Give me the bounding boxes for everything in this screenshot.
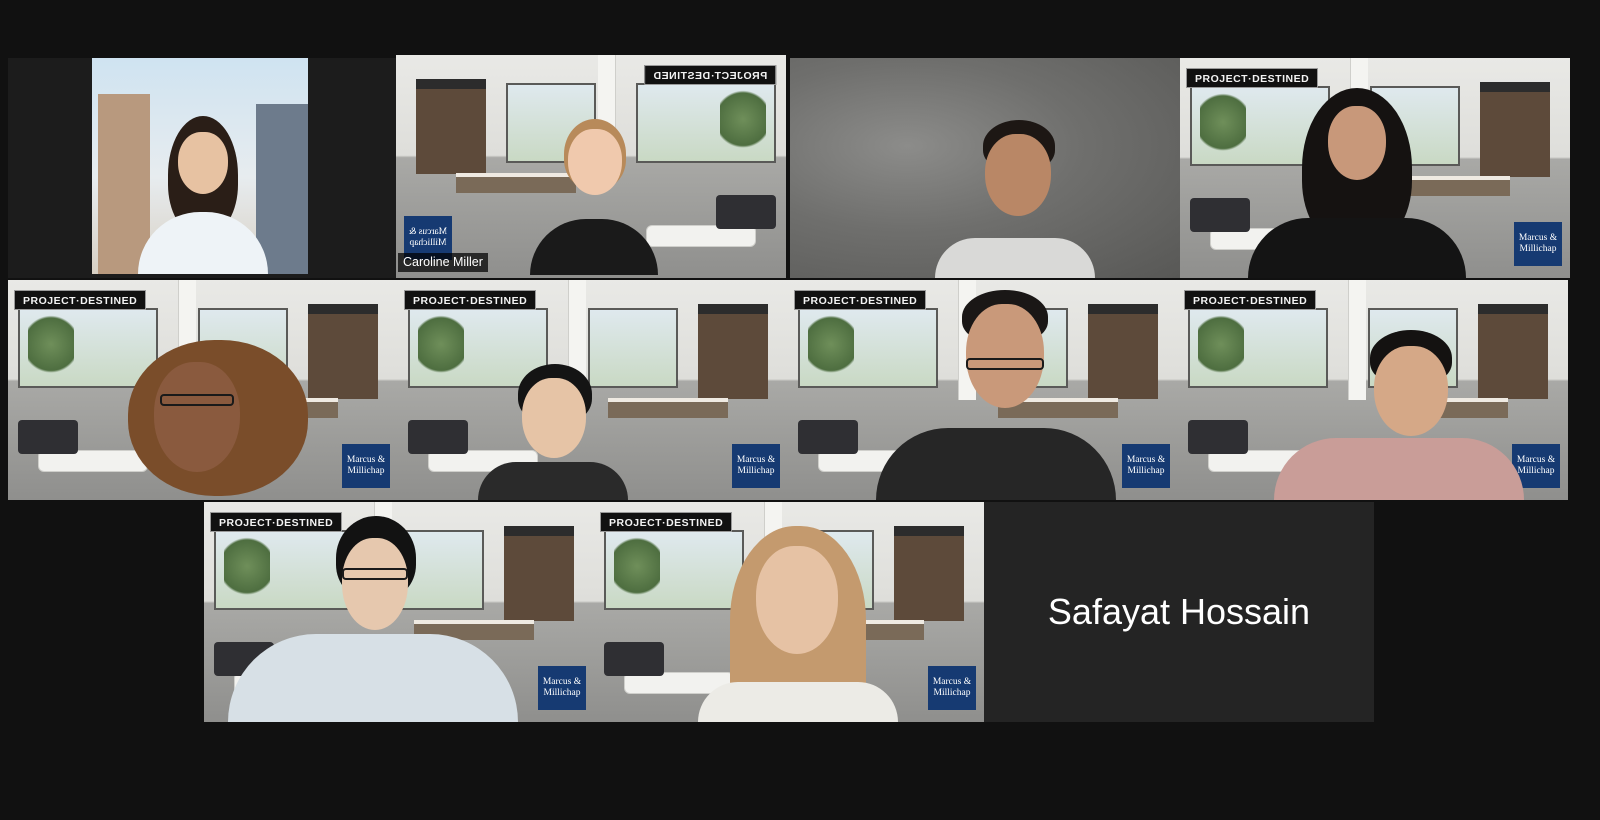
- marcus-millichap-logo: Marcus & Millichap: [928, 666, 976, 710]
- participant-tile-3[interactable]: [790, 58, 1180, 278]
- participant-name-label: Caroline Miller: [398, 253, 488, 272]
- person-silhouette: [478, 364, 628, 500]
- participant-tile-1[interactable]: [8, 58, 398, 278]
- project-destined-logo: PROJECT·DESTINED: [1184, 290, 1317, 310]
- project-destined-logo: PROJECT·DESTINED: [643, 65, 776, 85]
- person-silhouette: [1274, 330, 1524, 500]
- participant-tile-4[interactable]: PROJECT·DESTINED Marcus & Millichap: [1180, 58, 1570, 278]
- participant-name-display: Safayat Hossain: [1047, 591, 1311, 632]
- participant-tile-6[interactable]: PROJECT·DESTINED Marcus & Millichap: [398, 280, 788, 500]
- project-destined-logo: PROJECT·DESTINED: [404, 290, 537, 310]
- person-silhouette: [1242, 88, 1472, 278]
- participant-video-1: [92, 58, 308, 274]
- participant-tile-11[interactable]: Safayat Hossain: [984, 502, 1374, 722]
- participant-tile-5[interactable]: PROJECT·DESTINED Marcus & Millichap: [8, 280, 398, 500]
- person-silhouette: [138, 116, 268, 274]
- participant-tile-9[interactable]: PROJECT·DESTINED Marcus & Millichap: [204, 502, 594, 722]
- marcus-millichap-logo: Marcus & Millichap: [732, 444, 780, 488]
- marcus-millichap-logo: Marcus & Millichap: [538, 666, 586, 710]
- project-destined-logo: PROJECT·DESTINED: [14, 290, 147, 310]
- participant-tile-2[interactable]: PROJECT·DESTINED Marcus & Millichap Caro…: [396, 55, 786, 278]
- person-silhouette: [524, 119, 664, 275]
- participant-tile-10[interactable]: PROJECT·DESTINED Marcus & Millichap: [594, 502, 984, 722]
- participant-tile-7[interactable]: PROJECT·DESTINED Marcus & Millichap: [788, 280, 1178, 500]
- project-destined-logo: PROJECT·DESTINED: [1186, 68, 1319, 88]
- person-silhouette: [876, 290, 1116, 500]
- marcus-millichap-logo: Marcus & Millichap: [1514, 222, 1562, 266]
- marcus-millichap-logo: Marcus & Millichap: [342, 444, 390, 488]
- participant-tile-8[interactable]: PROJECT·DESTINED Marcus & Millichap: [1178, 280, 1568, 500]
- person-silhouette: [228, 516, 518, 722]
- marcus-millichap-logo: Marcus & Millichap: [1122, 444, 1170, 488]
- person-silhouette: [678, 526, 918, 722]
- person-silhouette: [120, 340, 320, 500]
- person-silhouette: [925, 120, 1105, 278]
